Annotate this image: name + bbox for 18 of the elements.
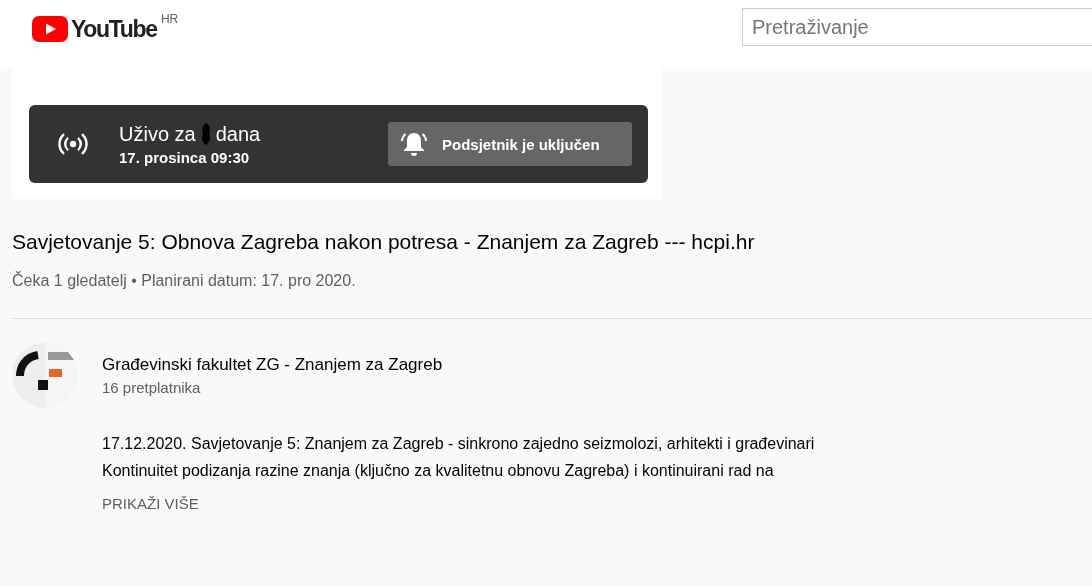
reminder-button[interactable]: Podsjetnik je uključen: [388, 122, 632, 166]
video-meta: Čeka 1 gledatelj • Planirani datum: 17. pro 2020.: [12, 272, 357, 290]
description-text: 17.12.2020. Savjetovanje 5: Znanjem za Zagreb - sinkrono zajedno seizmolozi, arhitekti i građevinari: [102, 434, 816, 454]
region-code: HR: [160, 12, 179, 26]
search-field[interactable]: Pretraživanje: [742, 8, 1092, 46]
channel-avatar[interactable]: [12, 342, 78, 408]
broadcast-icon: [57, 133, 89, 155]
logo-wordmark[interactable]: YouTube: [71, 15, 157, 43]
bell-icon: [400, 130, 428, 158]
video-title: Savjetovanje 5: Obnova Zagreba nakon potresa - Znanjem za Zagreb --- hcpi.hr: [12, 230, 756, 254]
live-date: 17. prosinca 09:30: [119, 149, 251, 166]
live-label: dana: [215, 122, 261, 146]
play-logo-icon[interactable]: [32, 16, 68, 42]
channel-name[interactable]: Građevinski fakultet ZG - Znanjem za Zagreb: [102, 355, 443, 375]
description-text: Kontinuitet podizanja razine znanja (ključno za kvalitetnu obnovu Zagreba) i kontinuirani rad na: [102, 461, 775, 481]
show-more-button[interactable]: PRIKAŽI VIŠE: [102, 495, 199, 512]
live-label: Uživo za: [119, 122, 196, 146]
subscriber-count: 16 pretplatnika: [102, 379, 202, 396]
